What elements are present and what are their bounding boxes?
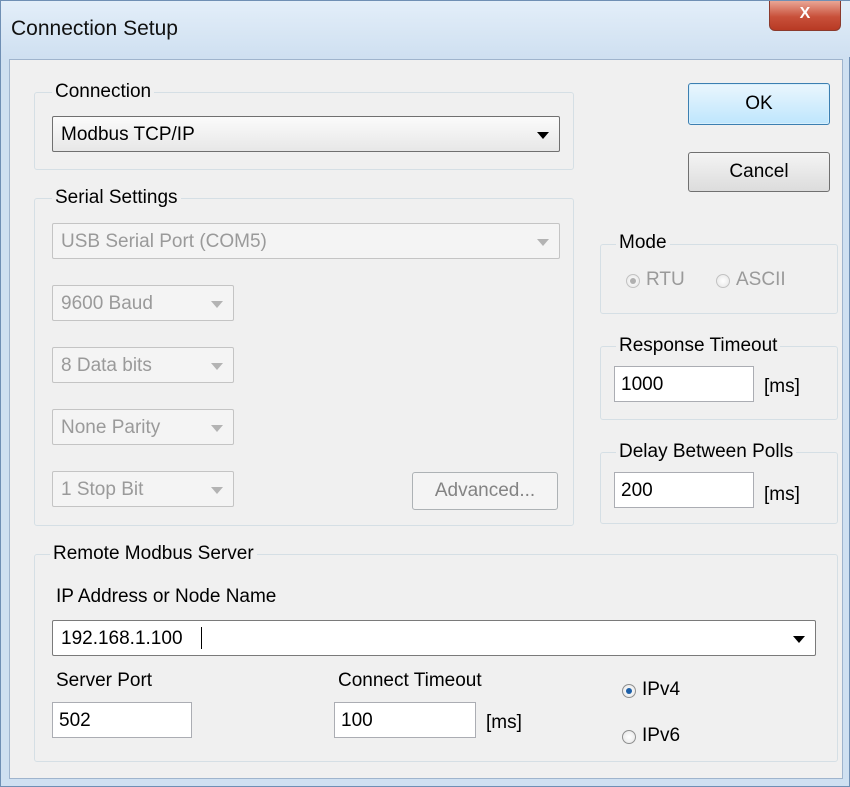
delay-between-polls-group-label: Delay Between Polls (616, 441, 797, 463)
serial-port-dropdown[interactable]: USB Serial Port (COM5) (52, 223, 560, 259)
close-button[interactable]: X (769, 1, 841, 31)
serial-port-value: USB Serial Port (COM5) (61, 231, 267, 252)
mode-ascii-radio[interactable] (716, 274, 730, 288)
server-port-label: Server Port (56, 670, 153, 691)
ipv6-label: IPv6 (642, 725, 681, 746)
delay-between-polls-unit: [ms] (764, 484, 800, 505)
cancel-button-label: Cancel (729, 161, 789, 182)
ipv4-label: IPv4 (642, 679, 681, 700)
serial-settings-group-label: Serial Settings (52, 187, 181, 209)
ip-address-combo[interactable]: 192.168.1.100 (52, 620, 816, 656)
chevron-down-icon (211, 363, 223, 370)
connect-timeout-label: Connect Timeout (338, 670, 482, 691)
mode-group-label: Mode (616, 232, 670, 254)
server-port-value: 502 (59, 710, 91, 731)
ok-button[interactable]: OK (688, 83, 830, 125)
dialog-client-area: Connection Modbus TCP/IP OK Cancel Seria… (9, 59, 843, 779)
ip-address-label: IP Address or Node Name (56, 586, 277, 607)
chevron-down-icon (537, 132, 549, 139)
ipv4-radio[interactable] (622, 684, 636, 698)
chevron-down-icon (537, 239, 549, 246)
connection-type-value: Modbus TCP/IP (61, 124, 195, 145)
title-bar[interactable]: Connection Setup X (1, 1, 850, 57)
connect-timeout-unit: [ms] (486, 712, 522, 733)
chevron-down-icon (211, 425, 223, 432)
ip-address-value: 192.168.1.100 (61, 628, 183, 649)
chevron-down-icon (793, 636, 805, 643)
baud-rate-dropdown[interactable]: 9600 Baud (52, 285, 234, 321)
data-bits-dropdown[interactable]: 8 Data bits (52, 347, 234, 383)
delay-between-polls-input[interactable]: 200 (614, 472, 754, 508)
chevron-down-icon (211, 487, 223, 494)
delay-between-polls-value: 200 (621, 480, 653, 501)
parity-value: None Parity (61, 417, 161, 438)
remote-server-group-label: Remote Modbus Server (50, 543, 257, 565)
response-timeout-input[interactable]: 1000 (614, 366, 754, 402)
parity-dropdown[interactable]: None Parity (52, 409, 234, 445)
advanced-button[interactable]: Advanced... (412, 472, 558, 510)
connection-setup-window: Connection Setup X Connection Modbus TCP… (0, 0, 850, 787)
advanced-button-label: Advanced... (434, 480, 536, 501)
response-timeout-value: 1000 (621, 374, 664, 395)
mode-ascii-label: ASCII (736, 269, 786, 290)
text-caret (201, 627, 202, 649)
data-bits-value: 8 Data bits (61, 355, 152, 376)
mode-rtu-radio[interactable] (626, 274, 640, 288)
ok-button-label: OK (745, 93, 773, 114)
connection-type-dropdown[interactable]: Modbus TCP/IP (52, 116, 560, 152)
connection-group-label: Connection (52, 81, 155, 103)
stop-bits-dropdown[interactable]: 1 Stop Bit (52, 471, 234, 507)
connect-timeout-value: 100 (341, 710, 373, 731)
stop-bits-value: 1 Stop Bit (61, 479, 144, 500)
baud-rate-value: 9600 Baud (61, 293, 153, 314)
response-timeout-unit: [ms] (764, 376, 800, 397)
server-port-input[interactable]: 502 (52, 702, 192, 738)
cancel-button[interactable]: Cancel (688, 152, 830, 192)
chevron-down-icon (211, 301, 223, 308)
ipv6-radio[interactable] (622, 730, 636, 744)
mode-rtu-label: RTU (646, 269, 685, 290)
window-title: Connection Setup (11, 17, 178, 40)
close-icon: X (799, 5, 811, 22)
connect-timeout-input[interactable]: 100 (334, 702, 476, 738)
response-timeout-group-label: Response Timeout (616, 335, 781, 357)
